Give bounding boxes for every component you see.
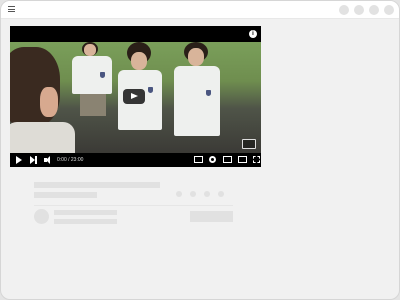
volume-icon[interactable] <box>44 156 54 164</box>
time-display: 0:00 / 23:00 <box>57 157 84 163</box>
fullscreen-icon[interactable] <box>253 156 260 163</box>
avatar[interactable] <box>384 5 394 15</box>
action-dot-3[interactable] <box>204 191 210 197</box>
top-bar <box>1 1 399 19</box>
big-play-button[interactable] <box>123 89 145 104</box>
settings-icon[interactable] <box>209 156 216 163</box>
video-title-placeholder <box>34 182 160 188</box>
header-icon-3[interactable] <box>369 5 379 15</box>
player-controls: 0:00 / 23:00 <box>10 153 261 167</box>
action-dot-4[interactable] <box>218 191 224 197</box>
theater-icon[interactable] <box>238 156 247 163</box>
browser-frame: i 0:00 / 23:00 <box>0 0 400 300</box>
channel-name-placeholder <box>54 210 117 215</box>
overlay-badge <box>242 139 256 149</box>
next-icon[interactable] <box>30 156 38 164</box>
captions-icon[interactable] <box>194 156 203 163</box>
video-player[interactable]: i 0:00 / 23:00 <box>10 26 261 167</box>
action-dot-1[interactable] <box>176 191 182 197</box>
action-dot-2[interactable] <box>190 191 196 197</box>
channel-avatar-placeholder[interactable] <box>34 209 49 224</box>
subscribe-button-placeholder[interactable] <box>190 211 233 222</box>
menu-icon[interactable] <box>8 6 15 12</box>
info-icon[interactable]: i <box>249 30 257 38</box>
miniplayer-icon[interactable] <box>223 156 232 163</box>
header-icon-2[interactable] <box>354 5 364 15</box>
divider <box>34 205 233 206</box>
play-icon[interactable] <box>16 156 22 164</box>
header-icon-1[interactable] <box>339 5 349 15</box>
video-meta-placeholder <box>34 192 97 198</box>
channel-subs-placeholder <box>54 219 117 224</box>
